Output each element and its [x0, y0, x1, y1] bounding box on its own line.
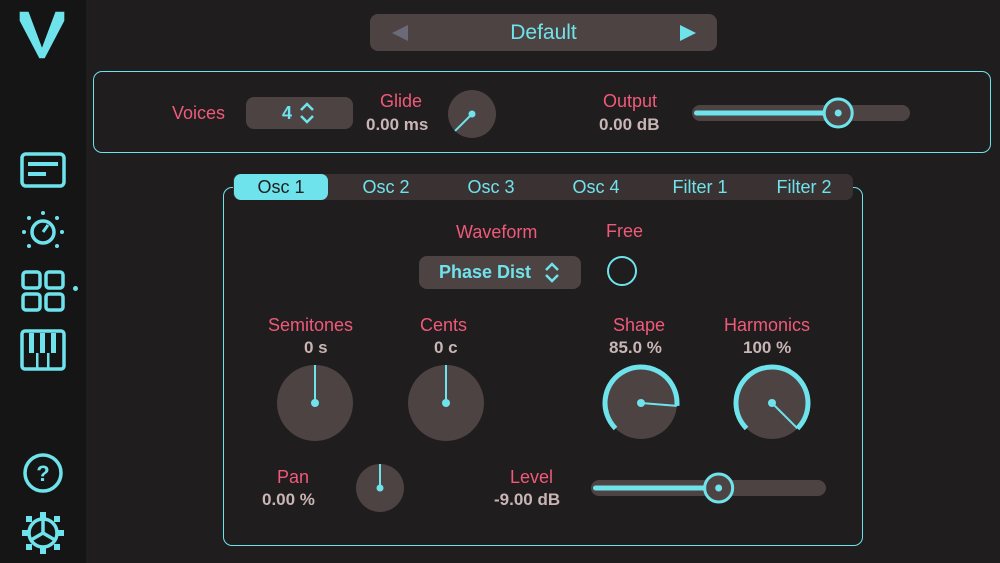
effects-knob-icon[interactable]	[18, 206, 68, 256]
next-preset-button[interactable]	[676, 21, 700, 45]
free-toggle[interactable]	[607, 256, 637, 286]
cents-value: 0 c	[434, 338, 458, 357]
slider-thumb-center	[715, 484, 723, 492]
glide-knob[interactable]	[447, 89, 497, 139]
tab-filter-1[interactable]: Filter 1	[653, 174, 747, 200]
knob-center	[376, 484, 384, 492]
help-icon[interactable]: ?	[18, 448, 68, 498]
slider-thumb-center	[834, 109, 842, 117]
keyboard-icon[interactable]	[18, 325, 68, 375]
level-value: -9.00 dB	[494, 490, 561, 509]
knob-center	[768, 399, 776, 407]
shape-label: Shape	[613, 315, 666, 335]
output-slider[interactable]	[692, 96, 910, 130]
preset-name[interactable]: Default	[430, 14, 657, 51]
svg-text:?: ?	[36, 461, 49, 486]
harmonics-label: Harmonics	[724, 315, 811, 335]
shape-knob[interactable]	[602, 364, 680, 442]
output-value: 0.00 dB	[599, 115, 660, 134]
voices-stepper[interactable]: 4	[246, 97, 353, 129]
module-tabs: Osc 1 Osc 2 Osc 3 Osc 4 Filter 1 Filter …	[233, 174, 853, 200]
waveform-value: Phase Dist	[439, 262, 532, 282]
active-indicator	[73, 286, 78, 291]
output-label: Output	[603, 91, 658, 111]
up-down-chevron-icon	[545, 262, 559, 283]
knob-center	[311, 399, 319, 407]
up-down-chevron-icon	[300, 102, 314, 124]
voices-value: 4	[281, 103, 292, 123]
tab-osc-3[interactable]: Osc 3	[444, 174, 538, 200]
slider-fill	[593, 485, 719, 491]
waveform-label: Waveform	[456, 222, 538, 242]
tab-osc-1[interactable]: Osc 1	[234, 174, 328, 200]
voices-label: Voices	[172, 103, 226, 123]
waveform-select[interactable]: Phase Dist	[419, 256, 581, 289]
triangle-right-icon	[680, 25, 696, 41]
sidebar: ?	[0, 0, 86, 563]
level-label: Level	[510, 467, 554, 487]
tab-filter-2[interactable]: Filter 2	[757, 174, 851, 200]
grid-icon[interactable]	[18, 266, 68, 316]
preset-selector: Default	[370, 14, 717, 51]
tab-osc-2[interactable]: Osc 2	[339, 174, 433, 200]
knob-center	[442, 399, 450, 407]
shape-value: 85.0 %	[609, 338, 662, 357]
previous-preset-button[interactable]	[388, 21, 412, 45]
logo-icon	[17, 10, 71, 66]
cents-knob[interactable]	[407, 364, 485, 442]
semitones-value: 0 s	[304, 338, 328, 357]
level-slider[interactable]	[591, 471, 826, 505]
harmonics-knob[interactable]	[733, 364, 811, 442]
presets-icon[interactable]	[18, 146, 68, 196]
slider-fill	[694, 110, 839, 116]
settings-icon[interactable]	[18, 508, 68, 558]
triangle-left-icon	[392, 25, 408, 41]
pan-knob[interactable]	[355, 463, 405, 513]
glide-label: Glide	[380, 91, 423, 111]
cents-label: Cents	[420, 315, 468, 335]
knob-center	[468, 110, 476, 118]
semitones-knob[interactable]	[276, 364, 354, 442]
glide-value: 0.00 ms	[366, 115, 429, 134]
tab-osc-4[interactable]: Osc 4	[549, 174, 643, 200]
harmonics-value: 100 %	[743, 338, 792, 357]
knob-center	[637, 399, 645, 407]
pan-label: Pan	[277, 467, 310, 487]
semitones-label: Semitones	[268, 315, 354, 335]
free-label: Free	[606, 221, 644, 241]
pan-value: 0.00 %	[262, 490, 315, 509]
